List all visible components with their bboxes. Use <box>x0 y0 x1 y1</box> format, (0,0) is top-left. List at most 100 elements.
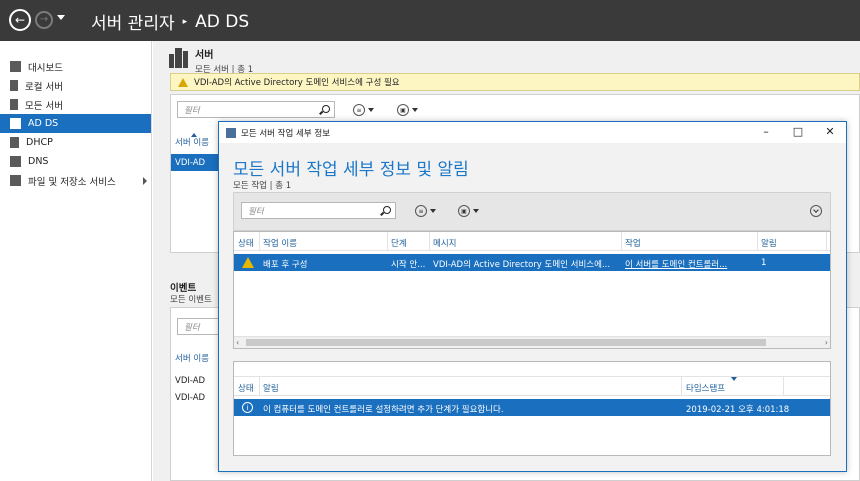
maximize-button[interactable]: □ <box>791 125 805 138</box>
sidebar-item-local-server[interactable]: 로컬 서버 <box>0 76 151 95</box>
dialog-window-title: 모든 서버 작업 세부 정보 <box>241 128 331 139</box>
sidebar-item-all-servers[interactable]: 모든 서버 <box>0 95 151 114</box>
column-timestamp[interactable]: 타임스탬프 <box>686 382 725 394</box>
table-row[interactable]: VDI-AD <box>171 154 219 171</box>
notification-message-cell: 이 컴퓨터를 도메인 컨트롤러로 설정하려면 추가 단계가 필요합니다. <box>263 405 504 415</box>
sidebar-item-label: 대시보드 <box>28 62 63 74</box>
back-button[interactable]: ← <box>9 9 31 31</box>
task-details-icon <box>226 127 236 138</box>
dialog-toolbar: 필터 ≡ ▣ <box>233 192 831 231</box>
sidebar-item-dhcp[interactable]: DHCP <box>0 133 151 152</box>
sidebar-item-label: DNS <box>28 156 49 167</box>
sidebar-item-dashboard[interactable]: 대시보드 <box>0 57 151 76</box>
notification-timestamp-cell: 2019-02-21 오후 4:01:18 <box>686 405 790 415</box>
expand-collapse-icon[interactable] <box>810 205 822 217</box>
filter-placeholder: 필터 <box>248 206 264 217</box>
breadcrumb-app[interactable]: 서버 관리자 <box>91 9 175 34</box>
events-column-server-name[interactable]: 서버 이름 <box>175 352 209 364</box>
dns-icon <box>10 156 21 167</box>
column-stage[interactable]: 단계 <box>391 237 407 249</box>
column-status[interactable]: 상태 <box>238 382 254 394</box>
info-icon: i <box>242 402 253 413</box>
events-title: 이벤트 <box>170 283 197 294</box>
all-servers-icon <box>10 99 18 110</box>
sort-ascending-icon <box>191 133 197 137</box>
ad-ds-icon <box>10 118 21 129</box>
breadcrumb: 서버 관리자 ▸ AD DS <box>91 9 250 35</box>
servers-query-options-button[interactable]: ≡ <box>353 103 374 117</box>
tasks-grid-header: 상태 작업 이름 단계 메시지 작업 알림 <box>234 232 830 251</box>
servers-column-server-name[interactable]: 서버 이름 <box>175 136 209 148</box>
configuration-warning-bar[interactable]: VDI-AD의 Active Directory 도메인 서비스에 구성 필요 <box>170 73 860 91</box>
servers-icon <box>169 46 189 68</box>
minimize-button[interactable]: – <box>759 125 773 138</box>
dialog-query-options-button[interactable]: ≡ <box>415 204 436 218</box>
search-icon[interactable] <box>322 105 330 113</box>
sidebar-item-ad-ds[interactable]: AD DS <box>0 114 151 133</box>
task-stage-cell: 시작 안... <box>391 260 426 270</box>
servers-save-query-button[interactable]: ▣ <box>397 103 418 117</box>
column-action[interactable]: 작업 <box>625 237 641 249</box>
history-dropdown-button[interactable] <box>57 15 65 20</box>
list-icon: ≡ <box>353 104 365 116</box>
save-icon: ▣ <box>397 104 409 116</box>
dialog-save-query-button[interactable]: ▣ <box>458 204 479 218</box>
chevron-down-icon <box>412 108 418 112</box>
event-server-cell[interactable]: VDI-AD <box>175 393 205 403</box>
column-message[interactable]: 메시지 <box>433 237 456 249</box>
search-icon[interactable] <box>383 206 391 214</box>
sidebar-item-label: DHCP <box>26 137 53 148</box>
chevron-down-icon <box>368 108 374 112</box>
filter-placeholder: 필터 <box>184 322 200 333</box>
servers-title: 서버 <box>195 50 214 61</box>
table-row[interactable]: i 이 컴퓨터를 도메인 컨트롤러로 설정하려면 추가 단계가 필요합니다. 2… <box>234 399 830 416</box>
task-message-cell: VDI-AD의 Active Directory 도메인 서비스에... <box>433 260 611 270</box>
forward-button[interactable]: → <box>35 11 53 29</box>
sidebar-item-label: AD DS <box>28 118 59 129</box>
file-storage-icon <box>10 175 21 186</box>
task-details-dialog: 모든 서버 작업 세부 정보 – □ ✕ 모든 서버 작업 세부 정보 및 알림… <box>218 121 847 472</box>
breadcrumb-separator-icon: ▸ <box>182 16 188 27</box>
servers-header: 서버 모든 서버 | 총 1 <box>169 46 253 75</box>
chevron-down-icon <box>473 209 479 213</box>
scrollbar-thumb[interactable] <box>246 339 766 346</box>
column-status[interactable]: 상태 <box>238 237 254 249</box>
servers-filter-input[interactable]: 필터 <box>177 101 335 118</box>
warning-icon <box>178 77 188 87</box>
dialog-heading: 모든 서버 작업 세부 정보 및 알림 <box>233 160 469 180</box>
sidebar-item-dns[interactable]: DNS <box>0 152 151 171</box>
breadcrumb-page: AD DS <box>195 11 250 32</box>
close-button[interactable]: ✕ <box>823 125 837 138</box>
notifications-grid-header: 상태 알림 타임스탬프 <box>234 377 830 396</box>
column-task-name[interactable]: 작업 이름 <box>263 237 297 249</box>
task-action-link[interactable]: 이 서버를 도메인 컨트롤러... <box>625 258 755 270</box>
chevron-down-icon <box>430 209 436 213</box>
column-notification[interactable]: 알림 <box>263 382 279 394</box>
server-name-cell: VDI-AD <box>175 157 206 168</box>
arrow-right-icon: → <box>39 14 49 25</box>
chevron-right-icon[interactable] <box>143 177 147 185</box>
dhcp-icon <box>10 137 19 148</box>
save-icon: ▣ <box>458 205 470 217</box>
sort-descending-icon <box>731 377 737 381</box>
dialog-filter-input[interactable]: 필터 <box>241 202 396 219</box>
scroll-left-icon[interactable]: ‹ <box>236 338 239 347</box>
notifications-grid: 상태 알림 타임스탬프 i 이 컴퓨터를 도메인 컨트롤러로 설정하려면 추가 … <box>233 361 831 456</box>
tasks-grid: 상태 작업 이름 단계 메시지 작업 알림 배포 후 구성 시작 안... VD… <box>233 231 831 349</box>
task-name-cell: 배포 후 구성 <box>263 260 308 270</box>
sidebar-item-file-storage[interactable]: 파일 및 저장소 서비스 <box>0 171 151 190</box>
sidebar-item-label: 모든 서버 <box>25 100 63 112</box>
dialog-title-bar[interactable]: 모든 서버 작업 세부 정보 – □ ✕ <box>219 122 846 143</box>
sidebar: 대시보드 로컬 서버 모든 서버 AD DS DHCP DNS 파일 및 저장소… <box>0 41 152 481</box>
sidebar-item-label: 파일 및 저장소 서비스 <box>28 176 116 188</box>
notifications-grid-spacer <box>234 362 830 377</box>
title-bar: ← → 서버 관리자 ▸ AD DS <box>0 0 860 41</box>
tasks-horizontal-scrollbar[interactable]: ‹ › <box>234 336 830 348</box>
column-notifications[interactable]: 알림 <box>761 237 777 249</box>
scroll-right-icon[interactable]: › <box>825 338 828 347</box>
task-notifications-cell: 1 <box>761 258 767 268</box>
dialog-subtitle: 모든 작업 | 총 1 <box>233 181 292 191</box>
events-subtitle: 모든 이벤트 <box>170 295 212 305</box>
event-server-cell[interactable]: VDI-AD <box>175 376 205 386</box>
table-row[interactable]: 배포 후 구성 시작 안... VDI-AD의 Active Directory… <box>234 254 830 271</box>
